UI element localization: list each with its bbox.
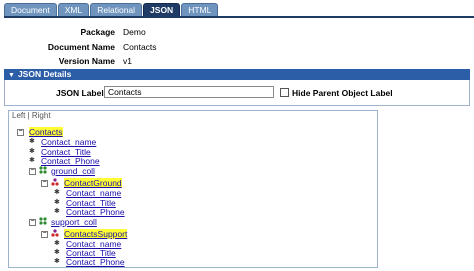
- collapse-toggle-icon[interactable]: −: [17, 128, 24, 136]
- tree-node-link[interactable]: Contacts: [29, 127, 63, 137]
- tab-underline: [4, 16, 474, 18]
- gear-icon: ✱: [54, 199, 60, 206]
- tree-node-link[interactable]: Contact_name: [41, 137, 96, 147]
- document-name-label: Document Name: [47, 42, 115, 52]
- collection-icon: [39, 166, 47, 174]
- tree-node-contactground[interactable]: ContactGround: [64, 178, 122, 188]
- tree-panel: [8, 110, 378, 268]
- tree-node-link[interactable]: ContactGround: [64, 178, 122, 188]
- tree-node-link[interactable]: ground_coll: [51, 166, 95, 176]
- package-value: Demo: [123, 27, 146, 37]
- package-label: Package: [80, 27, 116, 37]
- tab-document[interactable]: Document: [4, 3, 57, 16]
- tree-node-contactssupport[interactable]: ContactsSupport: [64, 229, 128, 239]
- collapse-toggle-icon[interactable]: −: [29, 218, 36, 226]
- gear-icon: ✱: [29, 157, 35, 164]
- json-details-title: JSON Details: [17, 69, 72, 79]
- tree-node-contact-name[interactable]: Contact_name: [66, 188, 121, 198]
- package-row: Package Demo: [0, 27, 474, 39]
- tab-relational[interactable]: Relational: [90, 3, 143, 16]
- gear-icon: ✱: [54, 249, 60, 256]
- version-name-row: Version Name v1: [0, 56, 474, 68]
- tree-node-contact-phone[interactable]: Contact_Phone: [66, 207, 125, 217]
- collapse-toggle-icon[interactable]: −: [29, 167, 36, 175]
- gear-icon: ✱: [54, 240, 60, 247]
- tab-xml[interactable]: XML: [57, 3, 90, 16]
- tree-node-link[interactable]: Contact_name: [66, 188, 121, 198]
- gear-icon: ✱: [29, 148, 35, 155]
- json-label-input[interactable]: [104, 86, 274, 98]
- hide-parent-label: Hide Parent Object Label: [292, 88, 393, 98]
- tab-bar: Document XML Relational JSON HTML: [4, 3, 219, 17]
- gear-icon: ✱: [54, 208, 60, 215]
- tree-node-support-coll[interactable]: support_coll: [51, 217, 97, 227]
- document-name-row: Document Name Contacts: [0, 42, 474, 54]
- gear-icon: ✱: [29, 138, 35, 145]
- gear-icon: ✱: [54, 258, 60, 265]
- json-details-header[interactable]: ▼ JSON Details: [4, 69, 470, 80]
- tree-node-link[interactable]: ContactsSupport: [64, 229, 128, 239]
- document-name-value: Contacts: [123, 42, 157, 52]
- version-name-value: v1: [123, 56, 132, 66]
- tree-node-link[interactable]: Contact_Phone: [66, 257, 125, 267]
- tree-panel-title: Left | Right: [12, 111, 51, 120]
- tree-node-link[interactable]: Contact_Phone: [41, 156, 100, 166]
- tree-node-contact-phone[interactable]: Contact_Phone: [41, 156, 100, 166]
- gear-icon: ✱: [54, 189, 60, 196]
- object-icon: [51, 178, 59, 186]
- collapse-toggle-icon[interactable]: −: [41, 230, 48, 238]
- tree-node-contact-phone[interactable]: Contact_Phone: [66, 257, 125, 267]
- tree-node-link[interactable]: Contact_Phone: [66, 207, 125, 217]
- tab-html[interactable]: HTML: [181, 3, 219, 16]
- tree-node-ground-coll[interactable]: ground_coll: [51, 166, 95, 176]
- collection-icon: [39, 217, 47, 225]
- collapse-toggle-icon[interactable]: −: [41, 179, 48, 187]
- version-name-label: Version Name: [58, 56, 115, 66]
- tree-node-link[interactable]: support_coll: [51, 217, 97, 227]
- tree-node-contact-name[interactable]: Contact_name: [41, 137, 96, 147]
- tree-node-contacts[interactable]: Contacts: [29, 127, 63, 137]
- tab-json[interactable]: JSON: [143, 3, 181, 16]
- object-icon: [51, 229, 59, 237]
- json-label-label: JSON Label: [56, 88, 104, 98]
- hide-parent-checkbox[interactable]: [280, 88, 289, 97]
